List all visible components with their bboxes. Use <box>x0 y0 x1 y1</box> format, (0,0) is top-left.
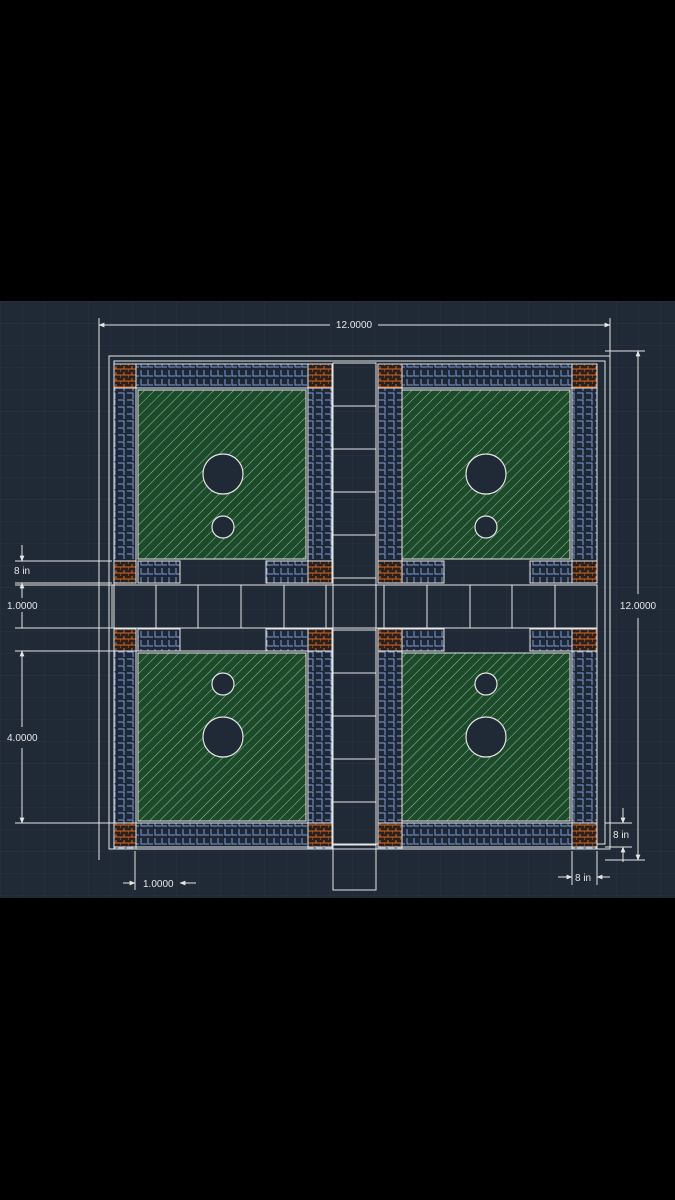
dimension-label-overall-height: 12.0000 <box>620 601 657 612</box>
letterbox-bottom <box>0 898 675 1200</box>
small-hole[interactable] <box>474 672 498 696</box>
large-hole[interactable] <box>202 453 244 495</box>
small-hole[interactable] <box>211 515 235 539</box>
small-hole[interactable] <box>474 515 498 539</box>
plot-top-left[interactable] <box>113 363 333 584</box>
dimension-label-path-width: 1.0000 <box>7 601 38 612</box>
plot-bottom-left[interactable] <box>113 628 333 850</box>
letterbox-top <box>0 0 675 301</box>
dimension-label-overall-width: 12.0000 <box>336 320 373 331</box>
dimension-label-corner-offset: 8 in <box>575 873 591 884</box>
dimension-label-row-gap: 8 in <box>14 566 30 577</box>
dimension-label-bottom-offset: 8 in <box>613 830 629 841</box>
large-hole[interactable] <box>465 716 507 758</box>
plot-top-right[interactable] <box>377 363 598 584</box>
large-hole[interactable] <box>465 453 507 495</box>
plot-bottom-right[interactable] <box>377 628 598 850</box>
small-hole[interactable] <box>211 672 235 696</box>
cad-drawing-canvas[interactable]: 12.0000 12.0000 8 in 1.0000 4.0000 1.000… <box>0 301 675 898</box>
large-hole[interactable] <box>202 716 244 758</box>
dimension-label-left-offset: 1.0000 <box>143 879 174 890</box>
dimension-label-plot-height: 4.0000 <box>7 733 38 744</box>
